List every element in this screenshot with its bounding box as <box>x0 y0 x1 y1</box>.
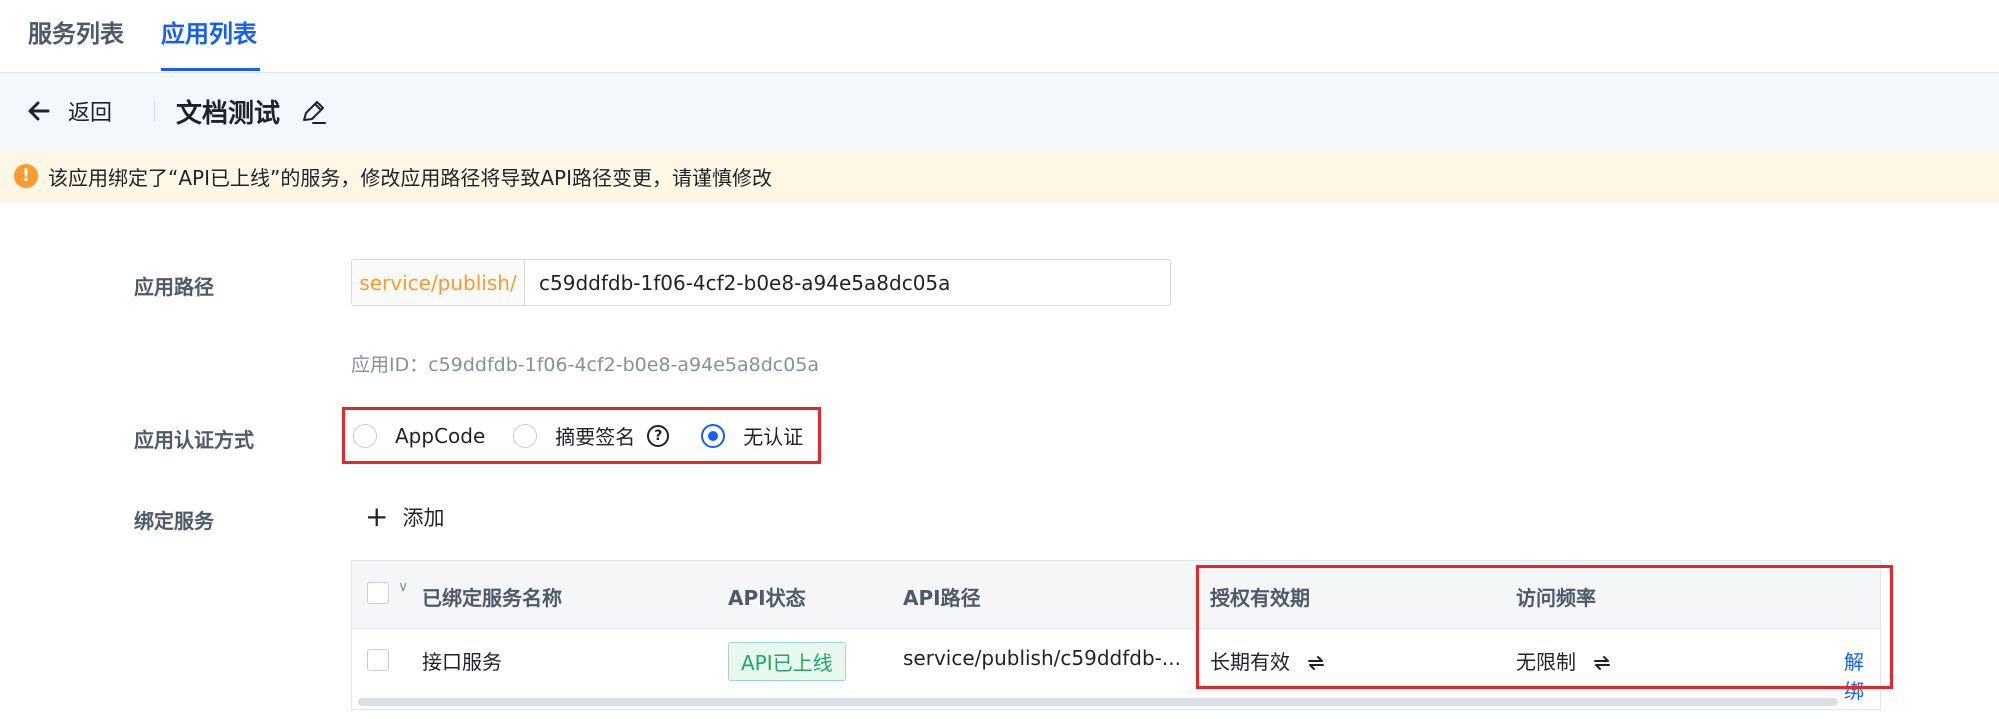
horizontal-scrollbar[interactable] <box>358 698 1838 706</box>
radio-circle <box>353 423 377 448</box>
radio-appcode[interactable]: AppCode <box>353 423 486 448</box>
column-header: 访问频率 <box>1516 586 1596 610</box>
alert-text: 该应用绑定了“API已上线”的服务，修改应用路径将导致API路径变更，请谨慎修改 <box>48 165 773 190</box>
validity-cell: 长期有效 <box>1210 646 1326 675</box>
swap-icon[interactable] <box>1592 655 1612 671</box>
arrow-left-icon <box>28 101 50 121</box>
rate-text: 无限制 <box>1516 650 1576 674</box>
radio-digest-signature[interactable]: 摘要签名 <box>513 421 635 450</box>
top-tabs: 服务列表 应用列表 <box>0 0 1999 73</box>
validity-text: 长期有效 <box>1210 650 1290 674</box>
back-label: 返回 <box>68 101 113 126</box>
warning-alert: ! 该应用绑定了“API已上线”的服务，修改应用路径将导致API路径变更，请谨慎… <box>0 149 1999 203</box>
rate-cell: 无限制 <box>1516 646 1612 675</box>
radio-circle <box>513 423 538 448</box>
help-icon[interactable]: ? <box>647 424 670 447</box>
chevron-down-icon[interactable]: ∨ <box>398 579 408 595</box>
page-header: 返回 文档测试 <box>0 73 1999 149</box>
path-field: service/publish/ <box>351 259 1171 306</box>
back-button[interactable]: 返回 <box>28 95 112 127</box>
swap-icon[interactable] <box>1306 655 1326 671</box>
page-title: 文档测试 <box>176 99 281 129</box>
active-tab-indicator <box>161 68 260 71</box>
app-id-text: 应用ID：c59ddfdb-1f06-4cf2-b0e8-a94e5a8dc05… <box>351 354 820 376</box>
path-input[interactable] <box>525 260 1170 305</box>
column-header: 已绑定服务名称 <box>422 586 562 610</box>
auth-radio-group: AppCode 摘要签名 ? 无认证 <box>342 407 821 464</box>
warning-icon: ! <box>14 164 38 188</box>
path-prefix: service/publish/ <box>352 260 525 305</box>
row-checkbox[interactable] <box>367 649 389 671</box>
edit-icon[interactable] <box>299 98 327 126</box>
table-row: 接口服务 API已上线 service/publish/c59ddfdb-...… <box>352 629 1880 703</box>
plus-icon: + <box>365 500 389 533</box>
bound-services-table: ∨ 已绑定服务名称 API状态 API路径 授权有效期 访问频率 接口服务 AP… <box>351 560 1881 710</box>
radio-label: AppCode <box>395 423 486 448</box>
tab-app-list[interactable]: 应用列表 <box>161 14 257 49</box>
add-button[interactable]: + 添加 <box>365 502 444 532</box>
add-label: 添加 <box>402 506 445 530</box>
column-header: 授权有效期 <box>1210 586 1310 610</box>
auth-label: 应用认证方式 <box>134 428 254 452</box>
path-label: 应用路径 <box>134 275 214 299</box>
api-path: service/publish/c59ddfdb-... <box>903 646 1181 670</box>
select-all-checkbox[interactable] <box>367 582 389 604</box>
status-badge: API已上线 <box>728 642 846 681</box>
table-header: ∨ 已绑定服务名称 API状态 API路径 授权有效期 访问频率 <box>352 561 1880 629</box>
radio-no-auth[interactable]: 无认证 <box>701 421 803 450</box>
column-header: API状态 <box>728 586 806 610</box>
radio-circle-checked <box>701 423 726 448</box>
unbind-link[interactable]: 解绑 <box>1844 646 1880 704</box>
tab-service-list[interactable]: 服务列表 <box>28 14 124 49</box>
column-header: API路径 <box>903 586 981 610</box>
header-divider <box>154 101 155 121</box>
bind-label: 绑定服务 <box>134 509 214 533</box>
radio-label: 摘要签名 <box>555 425 636 449</box>
radio-label: 无认证 <box>743 425 804 449</box>
service-name: 接口服务 <box>422 650 502 674</box>
